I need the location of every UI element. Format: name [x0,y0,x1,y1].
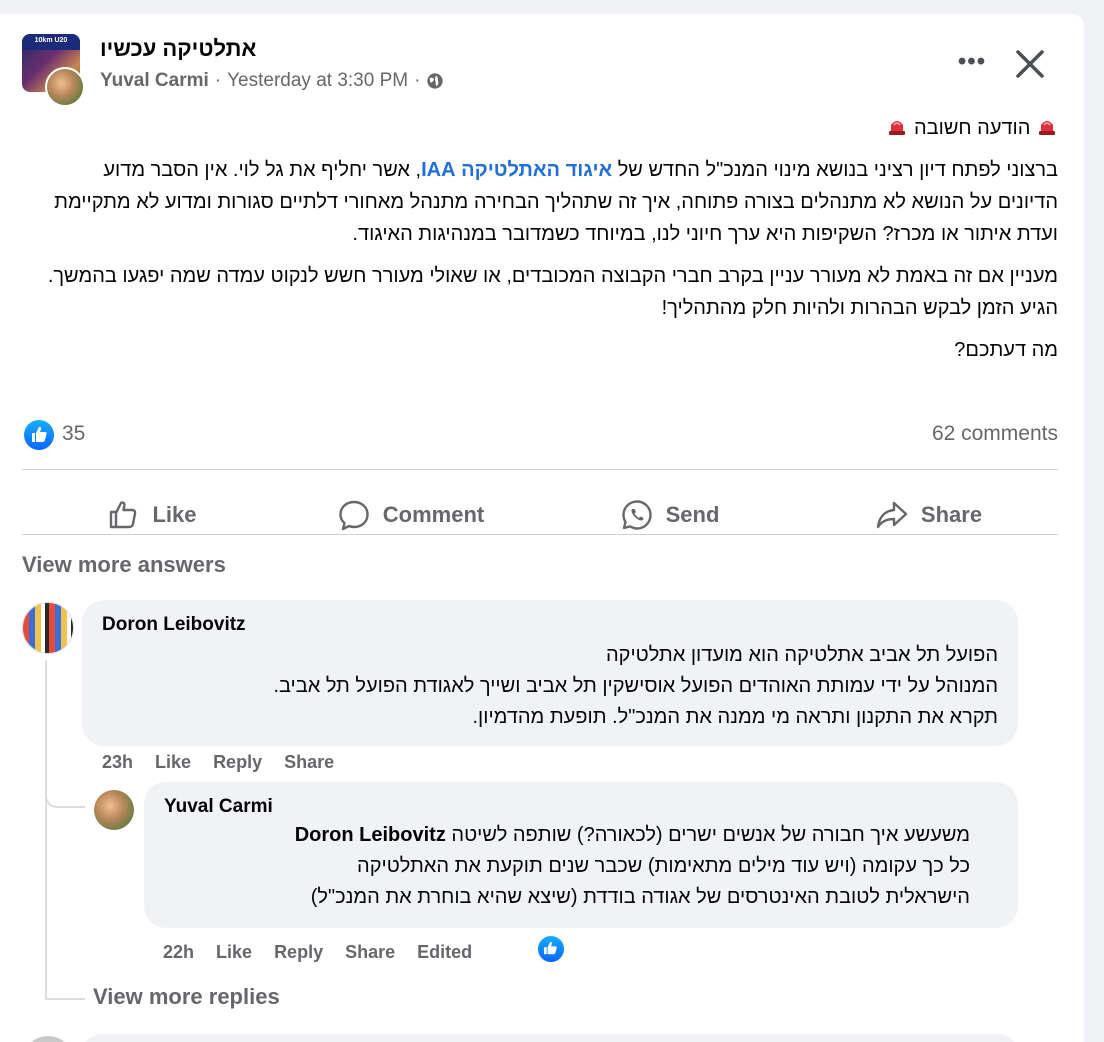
comment-reply-button[interactable]: Reply [213,752,262,773]
thread-line [45,660,47,1000]
comment-time[interactable]: 23h [102,752,133,773]
comment-author[interactable]: Doron Leibovitz [102,614,246,636]
reply-share-button[interactable]: Share [345,942,395,963]
author-avatar[interactable] [45,67,85,107]
post-title: הודעה חשובה [914,117,1031,139]
edited-label[interactable]: Edited [417,942,472,963]
comment-line: הפועל תל אביב אתלטיקה הוא מועדון אתלטיקה [605,644,998,666]
reply-actions: 22h Like Reply Share Edited [163,942,472,963]
reply-author[interactable]: Yuval Carmi [164,796,273,818]
like-reaction-icon[interactable] [24,420,54,450]
post-timestamp[interactable]: Yesterday at 3:30 PM [227,70,408,92]
share-arrow-icon [876,501,908,529]
comment-like-button[interactable]: Like [155,752,191,773]
reply-text: משעשע איך חבורה של אנשים ישרים (לכאורה?)… [150,820,970,913]
globe-icon[interactable] [426,72,444,90]
share-button[interactable]: Share [799,484,1058,546]
comment-text: הפועל תל אביב אתלטיקה הוא מועדון אתלטיקה… [98,640,998,733]
close-icon[interactable] [1012,46,1048,82]
comment-button[interactable]: Comment [281,484,540,546]
comment-line: תקרא את התקנון ותראה מי ממנה את המנכ"ל. … [472,706,999,728]
view-more-answers-link[interactable]: View more answers [22,552,226,578]
reply-line: הישראלית לטובת האינטרסים של אגודה בודדת … [310,886,970,908]
comment-share-button[interactable]: Share [284,752,334,773]
thread-connector [45,770,85,808]
siren-icon [1039,121,1055,135]
meta-separator: · [414,70,421,91]
comment-label: Comment [382,502,485,527]
reply-bubble: Yuval Carmi משעשע איך חבורה של אנשים ישר… [144,782,1018,928]
reply-line: משעשע איך חבורה של אנשים ישרים (לכאורה?)… [150,820,970,851]
comment-icon [339,500,369,531]
send-label: Send [665,502,720,527]
next-commenter-avatar[interactable] [22,1036,74,1042]
reply-author-avatar[interactable] [94,790,134,830]
next-comment-bubble [82,1034,1018,1042]
post-title-line: הודעה חשובה [40,112,1058,144]
post-paragraph: מעניין אם זה באמת לא מעורר עניין בקרב חב… [47,265,1058,319]
post-card: 10km U20 אתלטיקה עכשיו Yuval Carmi · Yes… [0,14,1084,1042]
send-button[interactable]: Send [540,484,799,546]
view-more-replies-link[interactable]: View more replies [93,984,280,1010]
reply-like-button[interactable]: Like [216,942,252,963]
divider [22,534,1058,535]
like-label: Like [152,502,197,527]
siren-icon [889,121,906,135]
reply-like-reaction-icon[interactable] [536,934,566,964]
reply-text-part: משעשע איך חבורה של אנשים ישרים (לכאורה?)… [451,824,970,846]
group-avatar-banner: 10km U20 [22,34,80,50]
thread-connector [45,998,85,1000]
post-meta: Yuval Carmi · Yesterday at 3:30 PM · [100,70,444,92]
comment-line: המנוהל על ידי עמותת האוהדים הפועל אוסישק… [273,675,998,697]
likes-count[interactable]: 35 [62,422,85,446]
comments-count[interactable]: 62 comments [880,422,1058,446]
post-text: הודעה חשובה ברצוני לפתח דיון רציני בנושא… [40,112,1058,376]
more-options-icon[interactable]: ••• [952,48,992,78]
comment-bubble: Doron Leibovitz הפועל תל אביב אתלטיקה הו… [82,600,1018,746]
group-name[interactable]: אתלטיקה עכשיו [100,36,256,62]
divider [22,469,1058,470]
thumbs-up-icon [110,501,137,529]
mention-link[interactable]: Doron Leibovitz [295,824,446,846]
reply-line: כל כך עקומה (ויש עוד מילים מתאימות) שכבר… [357,855,970,877]
author-name[interactable]: Yuval Carmi [100,70,209,92]
commenter-avatar[interactable] [22,602,74,654]
whatsapp-icon [621,500,652,530]
association-link[interactable]: איגוד האתלטיקה IAA [421,159,612,181]
post-paragraph: ברצוני לפתח דיון רציני בנושא מינוי המנכ"… [40,154,1058,250]
meta-separator: · [214,70,222,91]
comment-actions: 23h Like Reply Share [102,752,334,773]
share-label: Share [920,502,983,527]
paragraph-text: ברצוני לפתח דיון רציני בנושא מינוי המנכ"… [612,159,1058,181]
post-paragraph: מה דעתכם? [954,339,1058,361]
like-button[interactable]: Like [22,484,281,546]
reply-reply-button[interactable]: Reply [274,942,323,963]
reply-time[interactable]: 22h [163,942,194,963]
